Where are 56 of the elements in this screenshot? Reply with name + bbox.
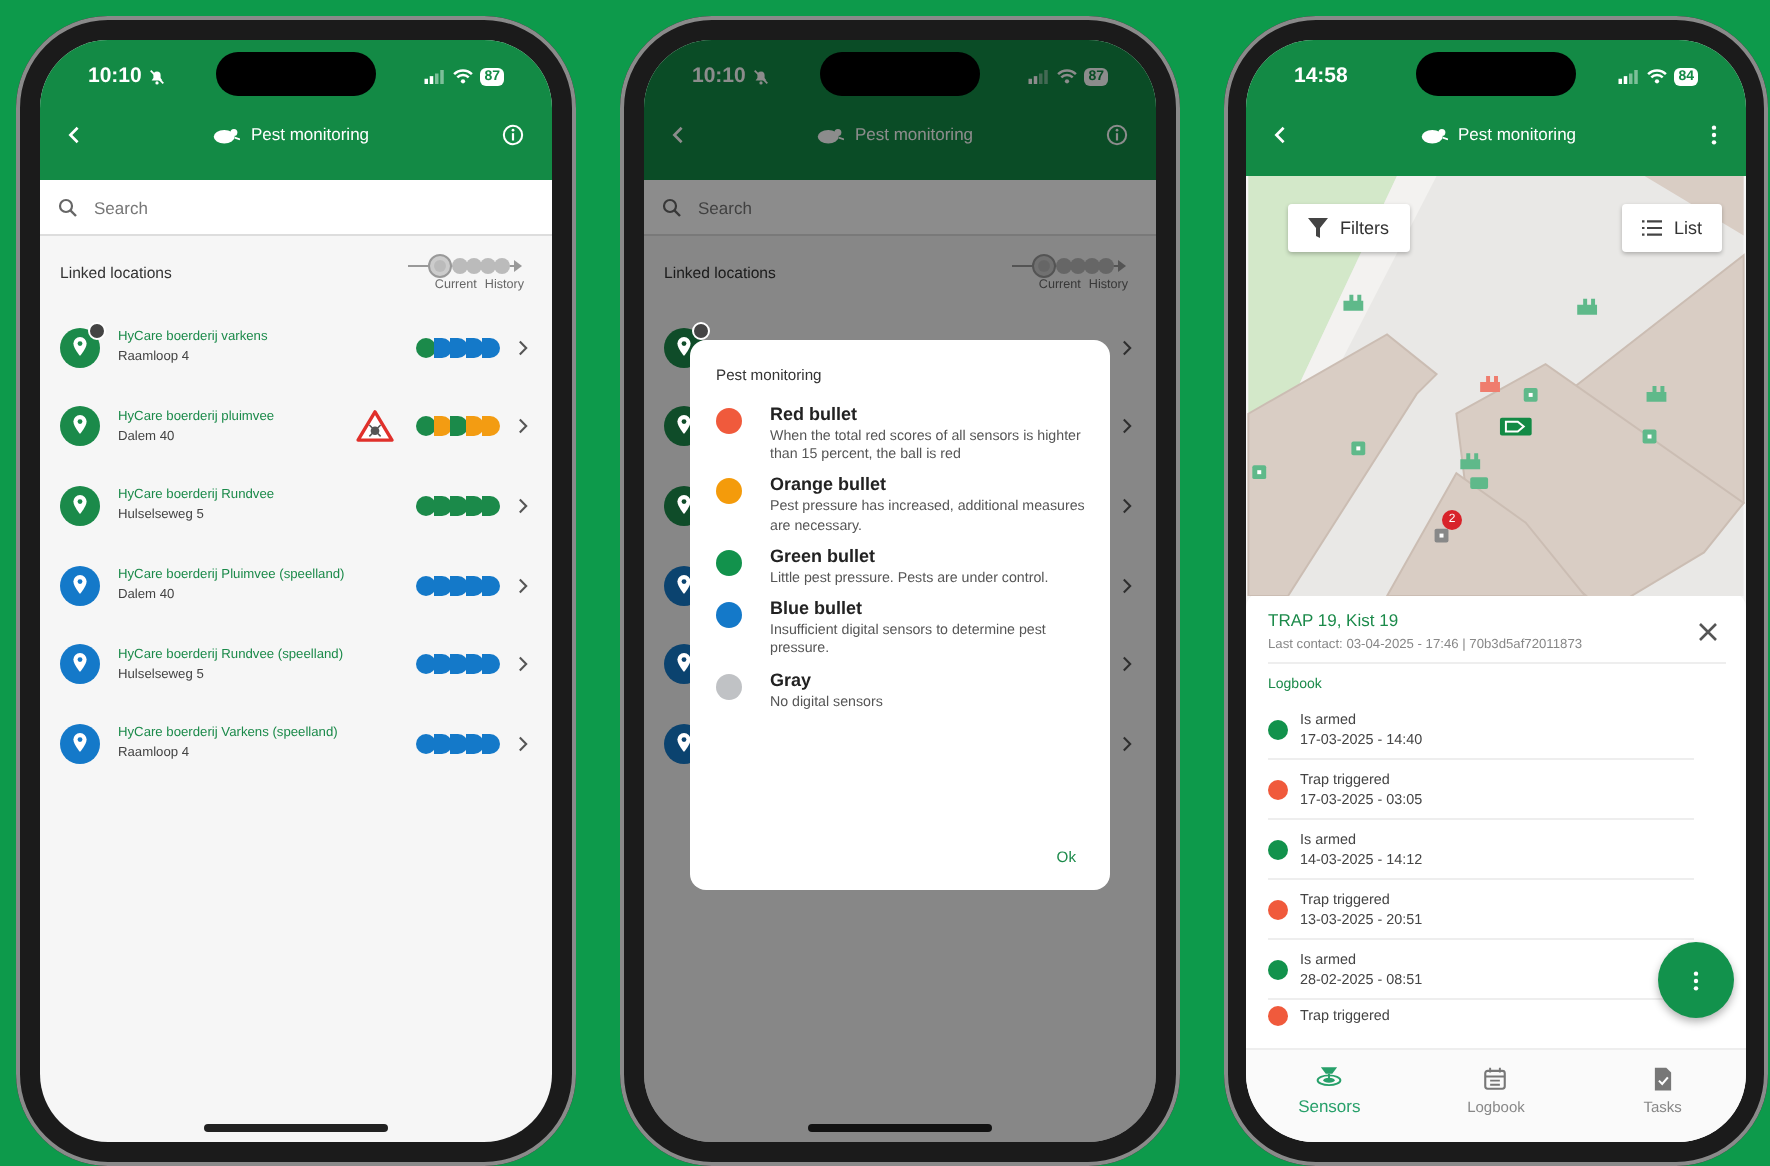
bullet-title: Blue bullet (770, 598, 865, 619)
status-time: 10:10 (692, 64, 746, 88)
chevron-icon[interactable] (1122, 339, 1132, 356)
signal-icon (1618, 69, 1641, 83)
search-icon (662, 197, 682, 217)
wifi-icon (1646, 68, 1669, 84)
more-icon (1692, 969, 1700, 991)
search-field[interactable]: Search (40, 180, 552, 236)
chevron-icon[interactable] (518, 656, 528, 673)
more-icon[interactable] (1710, 123, 1718, 145)
status-time: 10:10 (88, 64, 142, 88)
search-field[interactable]: Search (644, 180, 1156, 236)
search-input[interactable]: Search (94, 197, 534, 217)
back-icon[interactable] (68, 125, 80, 143)
logbook-icon (1482, 1065, 1509, 1091)
chevron-icon[interactable] (1122, 577, 1132, 594)
back-icon[interactable] (1274, 125, 1286, 143)
back-icon[interactable] (672, 125, 684, 143)
info-icon[interactable] (502, 123, 524, 145)
tasks-icon (1649, 1065, 1676, 1091)
chevron-icon[interactable] (518, 577, 528, 594)
trap-title: TRAP 19, Kist 19 (1268, 610, 1401, 630)
sensors-tab[interactable]: Sensors (1269, 1050, 1390, 1130)
bullet-title: Red bullet (770, 404, 860, 424)
rodent-icon (1419, 125, 1448, 143)
bullet-title: Orange bullet (770, 474, 889, 495)
search-icon (58, 197, 78, 217)
close-icon[interactable] (1698, 621, 1718, 641)
chevron-icon[interactable] (1122, 497, 1132, 514)
bullet-title: Green bullet (770, 545, 878, 566)
filter-icon (1308, 218, 1328, 238)
legend-icon (1012, 254, 1128, 278)
filter-button[interactable]: Filters (1288, 204, 1409, 252)
chevron-icon[interactable] (1122, 735, 1132, 752)
info-icon[interactable] (1106, 123, 1128, 145)
list-button[interactable]: List (1621, 204, 1722, 252)
chevron-icon[interactable] (518, 735, 528, 752)
bullet-title: Gray (770, 669, 814, 690)
legend-icon (408, 254, 524, 278)
list-icon (1641, 218, 1662, 238)
chevron-icon[interactable] (1122, 656, 1132, 673)
rodent-icon (212, 125, 241, 143)
sensors-icon (1316, 1064, 1343, 1090)
screen-title: Pest monitoring (854, 124, 974, 144)
rodent-icon (816, 125, 845, 143)
signal-icon (424, 69, 447, 83)
status-time: 14:58 (1294, 64, 1348, 88)
search-input[interactable]: Search (698, 197, 1138, 217)
chevron-icon[interactable] (518, 339, 528, 356)
screen-title: Pest monitoring (250, 124, 370, 144)
chevron-icon[interactable] (1122, 418, 1132, 435)
wifi-icon (452, 68, 475, 84)
chevron-icon[interactable] (518, 418, 528, 435)
chevron-icon[interactable] (518, 497, 528, 514)
wifi-icon (1056, 68, 1079, 84)
screen-title: Pest monitoring (1457, 124, 1577, 144)
